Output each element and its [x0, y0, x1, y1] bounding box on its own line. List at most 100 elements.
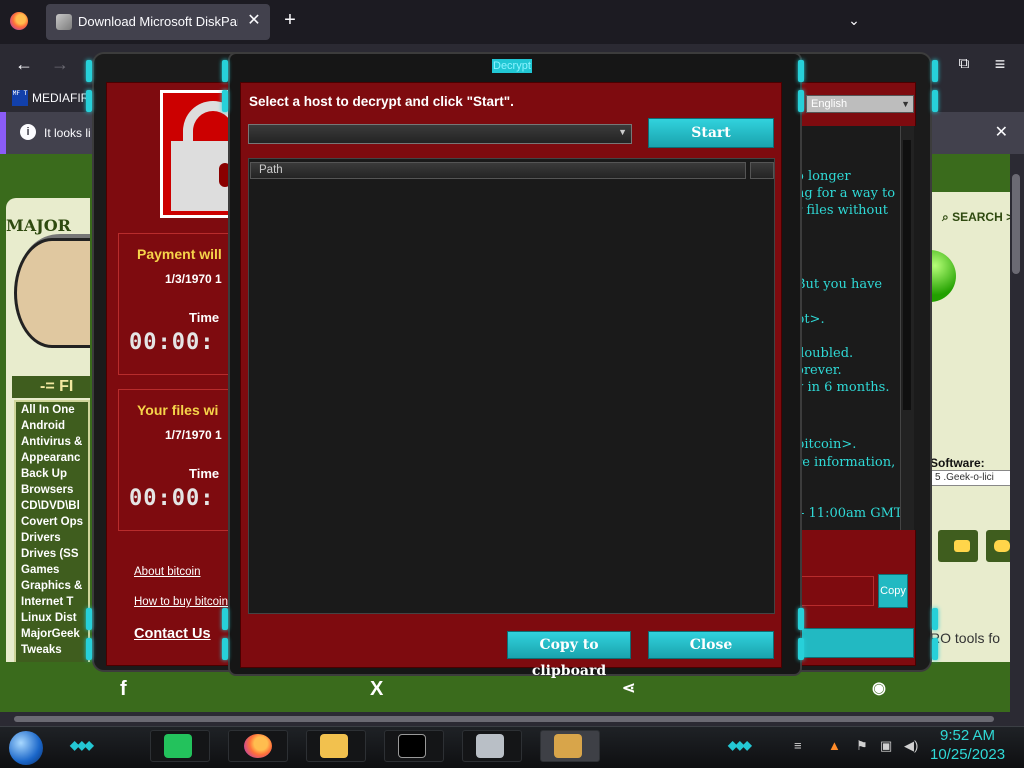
message-line: - 11:00am GMT — [800, 506, 903, 521]
category-link[interactable]: Antivirus & — [16, 434, 88, 450]
files-section-title: -= FI — [12, 376, 90, 398]
check-payment-button[interactable]: t — [796, 628, 914, 658]
files-time-label: Time — [189, 466, 220, 481]
category-link[interactable]: Browsers — [16, 482, 88, 498]
message-line: But you have — [796, 277, 883, 292]
contact-us-link[interactable]: Contact Us — [134, 626, 211, 642]
payment-countdown: 00:00: — [129, 330, 215, 355]
category-link[interactable]: Back Up — [16, 466, 88, 482]
app-menu-icon[interactable]: ≡ — [988, 52, 1012, 76]
youtube-icon[interactable] — [946, 530, 978, 562]
forward-arrow-icon[interactable]: → — [48, 52, 72, 76]
chevron-down-icon: ▼ — [618, 127, 627, 137]
files-lost-box: Your files wi 1/7/1970 1 Time 00:00: — [118, 389, 230, 531]
reddit-icon[interactable]: ◉ — [872, 678, 886, 698]
page-scrollbar-thumb[interactable] — [1012, 174, 1020, 274]
clock-time[interactable]: 9:52 AM — [940, 727, 995, 744]
category-link[interactable]: Drives (SS — [16, 546, 88, 562]
decor-light — [222, 60, 228, 82]
message-scrollbar-thumb[interactable] — [903, 140, 911, 410]
extensions-icon[interactable]: ⧉ — [952, 52, 976, 76]
category-link[interactable]: All In One — [16, 402, 88, 418]
message-line: ng for a way to — [796, 186, 896, 201]
facebook-icon[interactable]: f — [120, 678, 127, 701]
decor-light — [86, 608, 92, 630]
tray-expand-icon[interactable]: ≡ — [794, 738, 802, 753]
decor-light — [86, 60, 92, 82]
message-line: re information, — [796, 455, 896, 470]
taskbar-decor: ◆◆◆ — [728, 738, 752, 752]
about-bitcoin-link[interactable]: About bitcoin — [134, 566, 201, 578]
column-header-filler — [750, 162, 774, 179]
files-countdown: 00:00: — [129, 486, 215, 511]
close-button[interactable]: Close — [648, 631, 774, 659]
language-select[interactable]: English ▼ — [806, 95, 914, 113]
how-to-buy-bitcoin-link[interactable]: How to buy bitcoin — [134, 596, 228, 608]
decor-light — [222, 90, 228, 112]
payment-raise-title: Payment will — [137, 246, 222, 262]
decor-light — [86, 638, 92, 660]
category-link[interactable]: Covert Ops — [16, 514, 88, 530]
copy-to-clipboard-button[interactable]: Copy to clipboard — [507, 631, 631, 679]
page-horizontal-scrollbar-thumb[interactable] — [14, 716, 994, 722]
x-twitter-icon[interactable]: X — [370, 678, 383, 701]
system-tool-icon — [476, 734, 504, 758]
start-button-orb[interactable] — [9, 731, 43, 765]
payment-raise-box: Payment will 1/3/1970 1 Time 00:00: — [118, 233, 230, 375]
handshake-app-icon — [554, 734, 582, 758]
category-link[interactable]: Linux Dist — [16, 610, 88, 626]
host-select[interactable]: ▼ — [248, 124, 632, 144]
site-favicon-icon — [56, 14, 72, 30]
message-line: orever. — [796, 363, 842, 378]
firefox-menu-icon[interactable] — [10, 12, 28, 30]
volume-icon[interactable]: ◀) — [904, 738, 918, 754]
decor-light — [222, 608, 228, 630]
tab-list-chevron-icon[interactable]: ⌄ — [844, 10, 864, 30]
site-search-link[interactable]: ⌕ SEARCH > — [942, 210, 1013, 225]
clock-date[interactable]: 10/25/2023 — [930, 746, 1005, 763]
category-link[interactable]: MajorGeek — [16, 626, 88, 642]
new-tab-button[interactable]: + — [280, 10, 300, 30]
category-link[interactable]: Appearanc — [16, 450, 88, 466]
decor-light — [932, 90, 938, 112]
ro-tools-text: RO tools fo — [930, 630, 1001, 646]
software-field[interactable]: 5 .Geek-o-lici — [930, 470, 1012, 486]
decor-light — [798, 608, 804, 630]
decrypt-dialog-title: Decrypt — [492, 59, 532, 73]
category-link[interactable]: Android — [16, 418, 88, 434]
back-arrow-icon[interactable]: ← — [12, 52, 36, 76]
payment-time-label: Time — [189, 310, 220, 325]
network-icon[interactable]: ▣ — [880, 738, 892, 754]
copy-address-button[interactable]: Copy — [878, 574, 908, 608]
tray-app-icon[interactable]: ▲ — [828, 738, 841, 753]
message-line: doubled. — [796, 346, 854, 361]
message-line: r files without — [796, 203, 888, 218]
decrypt-file-list[interactable] — [248, 158, 775, 614]
mediafire-bookmark-icon: MF T — [12, 90, 28, 106]
files-lost-title: Your files wi — [137, 402, 219, 418]
payment-raise-date: 1/3/1970 1 — [165, 272, 222, 286]
notes-app-icon — [164, 734, 192, 758]
files-lost-date: 1/7/1970 1 — [165, 428, 222, 442]
info-icon: i — [20, 124, 36, 140]
bitcoin-address-field[interactable] — [796, 576, 874, 606]
notification-close-icon[interactable]: ✕ — [995, 122, 1008, 142]
site-mascot-image — [14, 238, 90, 348]
category-link[interactable]: Internet T — [16, 594, 88, 610]
start-button[interactable]: Start — [648, 118, 774, 148]
column-header-path[interactable] — [250, 162, 746, 179]
category-link[interactable]: CD\DVD\Bl — [16, 498, 88, 514]
share-icon[interactable]: ⋖ — [622, 678, 635, 698]
category-link[interactable]: Games — [16, 562, 88, 578]
bookmark-mediafire[interactable]: MEDIAFIR — [32, 91, 89, 105]
category-link[interactable]: Tweaks — [16, 642, 88, 658]
action-center-flag-icon[interactable]: ⚑ — [856, 738, 868, 754]
decor-light — [798, 90, 804, 112]
tab-close-icon[interactable]: ✕ — [244, 11, 264, 31]
browser-tab[interactable]: Download Microsoft DiskPart - ✕ — [46, 4, 270, 40]
search-link-label: SEARCH > — [952, 210, 1014, 224]
category-link[interactable]: Graphics & — [16, 578, 88, 594]
category-link[interactable]: Drivers — [16, 530, 88, 546]
category-list: All In One Android Antivirus & Appearanc… — [14, 400, 90, 668]
site-logo[interactable]: MAJOR — [6, 216, 71, 235]
